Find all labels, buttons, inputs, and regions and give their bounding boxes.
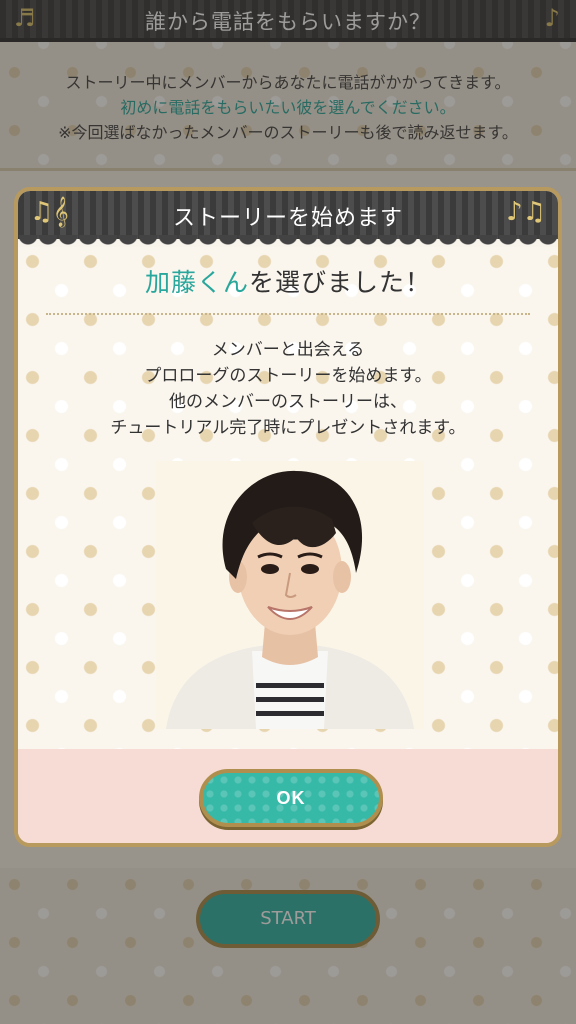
selection-suffix: を選びました！: [249, 268, 432, 297]
member-portrait: [156, 461, 424, 729]
dialog-header: ♫𝄞 ストーリーを始めます ♪♫: [18, 191, 558, 247]
music-notes-icon: ♪♫: [506, 197, 546, 227]
description-line: チュートリアル完了時にプレゼントされます。: [110, 418, 466, 438]
selection-message: 加藤くんを選びました！: [18, 263, 558, 299]
ok-button[interactable]: OK: [199, 769, 383, 827]
description-line: 他のメンバーのストーリーは、: [169, 392, 407, 412]
description-line: メンバーと出会える: [211, 340, 365, 360]
dialog-title: ストーリーを始めます: [172, 206, 403, 231]
portrait-image: [156, 461, 424, 729]
dialog-description: メンバーと出会える プロローグのストーリーを始めます。 他のメンバーのストーリー…: [18, 337, 558, 441]
story-start-dialog: ♫𝄞 ストーリーを始めます ♪♫ 加藤くんを選びました！ メンバーと出会える プ…: [14, 187, 562, 847]
selected-member-name: 加藤くん: [144, 268, 249, 297]
description-line: プロローグのストーリーを始めます。: [144, 366, 432, 386]
divider: [46, 313, 530, 315]
